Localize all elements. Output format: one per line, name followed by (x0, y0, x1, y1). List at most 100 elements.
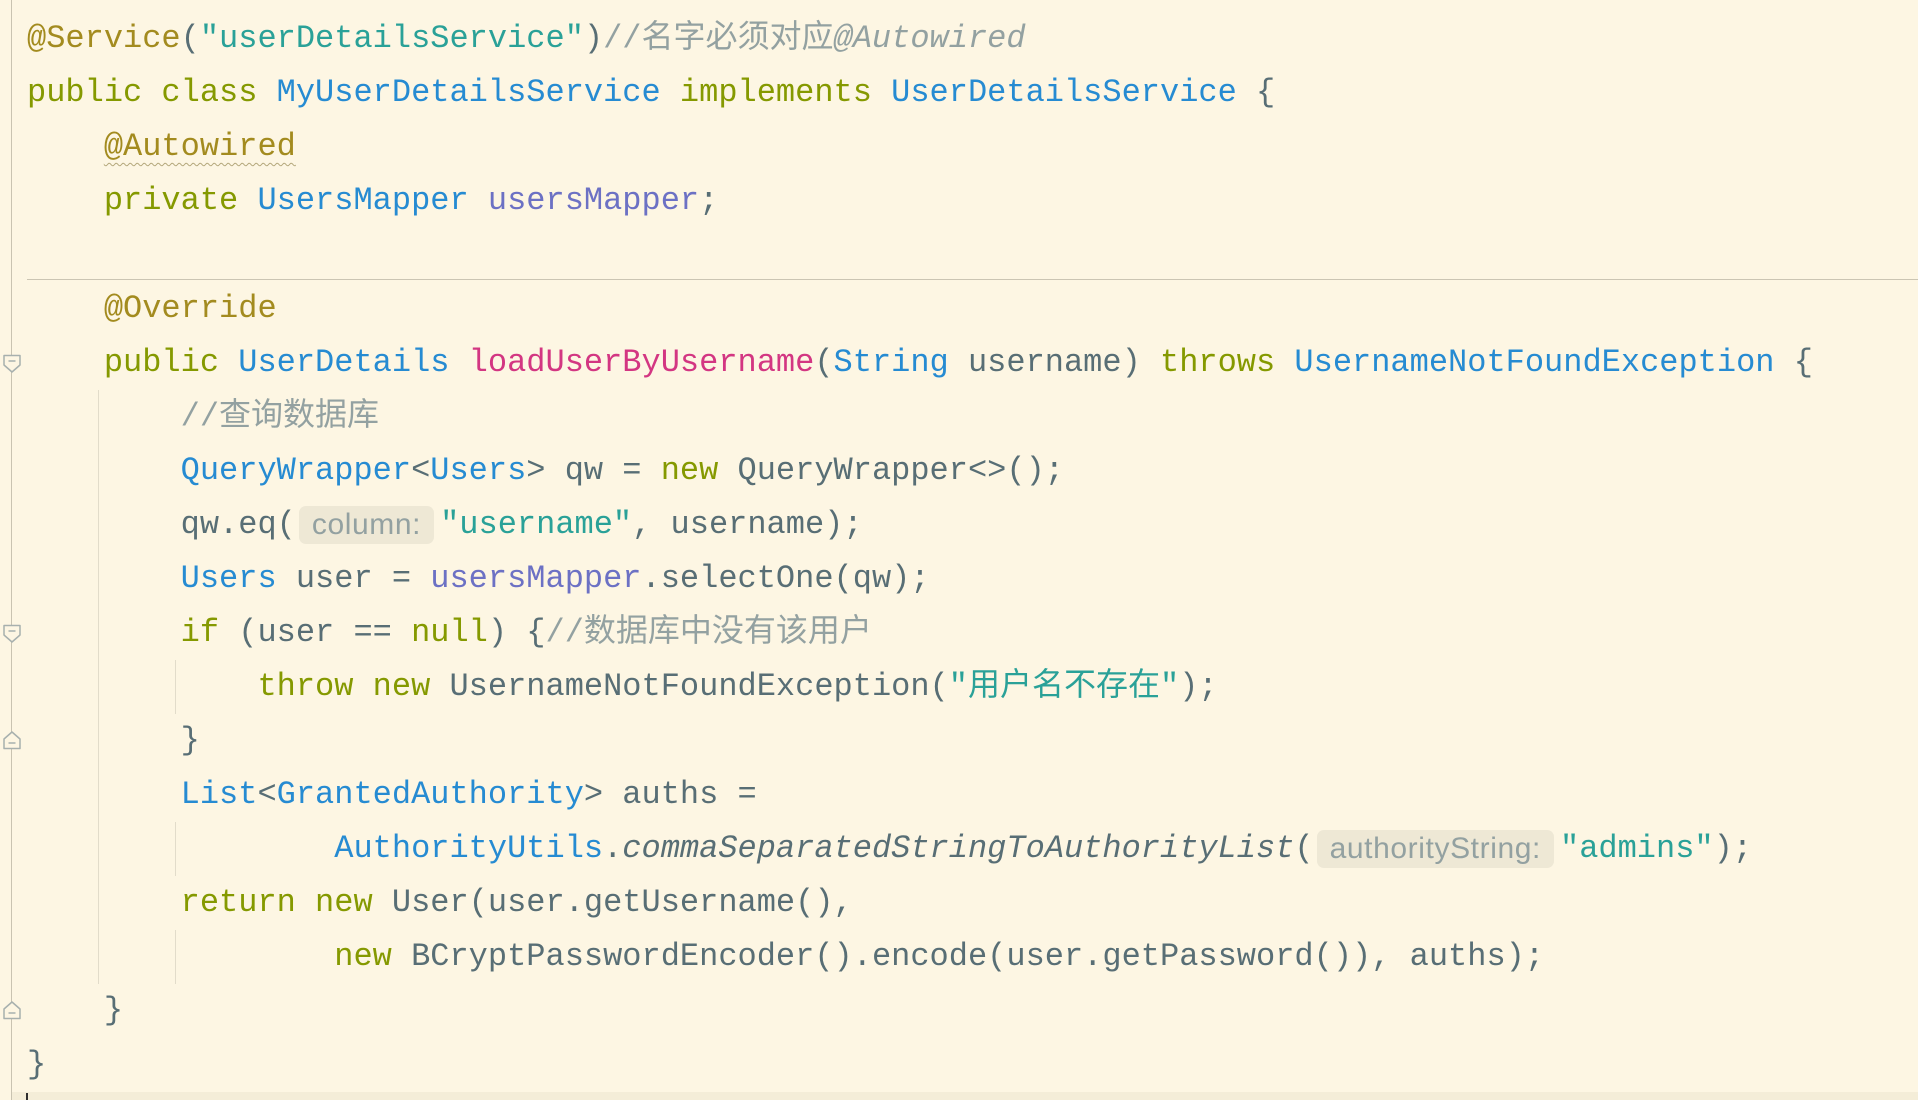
type-name: Users (430, 452, 527, 489)
type-name: UsersMapper (257, 182, 469, 219)
code-text: . (603, 830, 623, 867)
string-literal: "admins" (1559, 830, 1714, 867)
comment: //查询数据库 (180, 398, 380, 435)
code-line[interactable]: qw.eq(column: "username", username); (0, 498, 1918, 552)
type-name: UsernameNotFoundException (1294, 344, 1775, 381)
code-line[interactable]: public class MyUserDetailsService implem… (0, 66, 1918, 120)
code-line[interactable]: List<GrantedAuthority> auths = (0, 768, 1918, 822)
comment: //名字必须对应 (603, 20, 834, 57)
keyword: if (180, 614, 220, 651)
code-text: QueryWrapper<>(); (737, 452, 1064, 489)
comment: //数据库中没有该用户 (545, 614, 872, 651)
text-caret (26, 1093, 28, 1100)
code-text: > qw = (526, 452, 661, 489)
code-line[interactable]: new BCryptPasswordEncoder().encode(user.… (0, 930, 1918, 984)
code-line[interactable]: @Override (0, 282, 1918, 336)
code-line[interactable]: Users user = usersMapper.selectOne(qw); (0, 552, 1918, 606)
code-text: BCryptPasswordEncoder().encode(user.getP… (411, 938, 1545, 975)
code-text: .selectOne(qw); (641, 560, 930, 597)
code-text: ( (814, 344, 834, 381)
parameter-hint: authorityString: (1316, 829, 1554, 868)
code-line[interactable]: return new User(user.getUsername(), (0, 876, 1918, 930)
string-literal: "userDetailsService" (199, 20, 584, 57)
code-text: ); (1179, 668, 1218, 705)
keyword: new (334, 938, 412, 975)
code-text: ( (1294, 830, 1314, 867)
code-text: ); (1713, 830, 1753, 867)
type-name: GrantedAuthority (276, 776, 584, 813)
code-line[interactable]: @Autowired (0, 120, 1918, 174)
field-name: usersMapper (487, 182, 700, 219)
type-name: String (833, 344, 949, 381)
code-text: < (411, 452, 431, 489)
type-name: QueryWrapper (180, 452, 412, 489)
code-line[interactable]: throw new UsernameNotFoundException("用户名… (0, 660, 1918, 714)
code-text: ) { (487, 614, 546, 651)
code-line[interactable]: QueryWrapper<Users> qw = new QueryWrappe… (0, 444, 1918, 498)
annotation: @Override (103, 290, 277, 327)
type-name: MyUserDetailsService (276, 74, 661, 111)
code-text: , username); (632, 506, 863, 543)
code-text: < (257, 776, 277, 813)
current-line-highlight (12, 1092, 1918, 1100)
field-name: usersMapper (430, 560, 642, 597)
code-text: qw.eq( (27, 506, 296, 543)
parameter-hint: column: (298, 505, 435, 544)
fold-start-icon[interactable] (1, 622, 23, 644)
keyword: return new (180, 884, 392, 921)
fold-end-icon[interactable] (1, 730, 23, 752)
code-text: { (1236, 74, 1276, 111)
fold-start-icon[interactable] (1, 352, 23, 374)
type-name: AuthorityUtils (334, 830, 604, 867)
comment-tag: @Autowired (833, 20, 1026, 57)
type-name: UserDetails (238, 344, 450, 381)
string-literal: "username" (440, 506, 633, 543)
code-text: user = (276, 560, 431, 597)
annotation-warning: @Autowired (103, 128, 296, 165)
code-text: (user == (219, 614, 412, 651)
code-line[interactable]: private UsersMapper usersMapper; (0, 174, 1918, 228)
code-line[interactable]: if (user == null) {//数据库中没有该用户 (0, 606, 1918, 660)
keyword: public class (27, 74, 277, 111)
code-text: } (27, 1046, 47, 1083)
code-line[interactable]: } (0, 714, 1918, 768)
code-line[interactable]: AuthorityUtils.commaSeparatedStringToAut… (0, 822, 1918, 876)
annotation: @Service (27, 20, 181, 57)
code-line[interactable]: } (0, 984, 1918, 1038)
fold-end-icon[interactable] (1, 1000, 23, 1022)
type-name: Users (180, 560, 277, 597)
code-text: ( (180, 20, 200, 57)
type-name: List (180, 776, 258, 813)
code-editor[interactable]: @Service("userDetailsService")//名字必须对应@A… (0, 12, 1918, 1092)
code-text: > auths = (583, 776, 757, 813)
code-line[interactable]: public UserDetails loadUserByUsername(St… (0, 336, 1918, 390)
keyword: throws (1159, 344, 1295, 381)
keyword: throw new (257, 668, 450, 705)
code-text: ) (583, 20, 604, 57)
keyword: implements (660, 74, 892, 111)
code-text: UsernameNotFoundException( (449, 668, 949, 705)
code-text: { (1774, 344, 1813, 381)
keyword: private (103, 182, 258, 219)
code-line[interactable] (0, 228, 1918, 282)
code-line[interactable]: @Service("userDetailsService")//名字必须对应@A… (0, 12, 1918, 66)
code-line[interactable]: //查询数据库 (0, 390, 1918, 444)
code-line[interactable]: } (0, 1038, 1918, 1092)
keyword: new (660, 452, 738, 489)
string-literal: "用户名不存在" (948, 668, 1180, 705)
code-text: ; (699, 182, 719, 219)
